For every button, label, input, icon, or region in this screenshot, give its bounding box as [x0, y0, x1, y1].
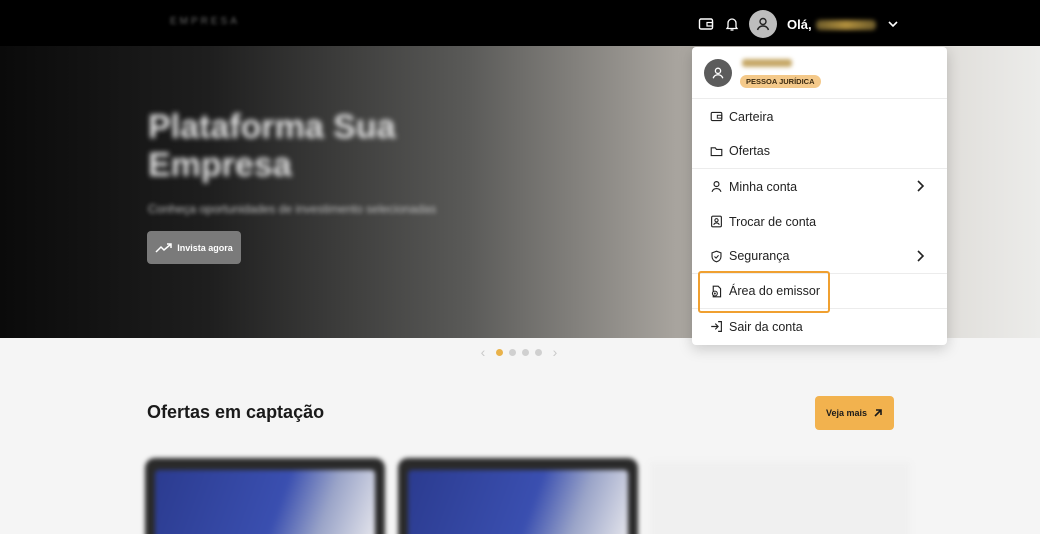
id-card-icon [709, 215, 723, 229]
user-icon [709, 180, 723, 194]
offer-card[interactable] [398, 458, 638, 534]
avatar [704, 59, 732, 87]
carousel-next-icon[interactable]: › [548, 344, 562, 360]
trending-up-icon [155, 242, 172, 253]
wallet-icon[interactable] [697, 15, 715, 33]
bell-icon[interactable] [723, 15, 741, 33]
shield-icon [709, 249, 723, 263]
offer-card-image [408, 470, 628, 534]
user-name-redacted [742, 59, 792, 67]
chevron-right-icon [915, 249, 925, 266]
arrow-up-right-icon [874, 409, 882, 417]
user-icon [756, 17, 770, 31]
hero-subtitle: Conheça oportunidades de investimento se… [148, 202, 437, 216]
dropdown-header: PESSOA JURÍDICA [692, 47, 947, 99]
offers-title: Ofertas em captação [147, 402, 325, 422]
see-more-button[interactable]: Veja mais [815, 396, 894, 430]
menu-item-carteira[interactable]: Carteira [692, 99, 947, 134]
invest-now-button[interactable]: Invista agora [147, 231, 241, 264]
logout-icon [709, 320, 723, 334]
menu-item-label: Trocar de conta [729, 214, 817, 229]
carousel-dot[interactable] [496, 348, 503, 356]
hero-title: Plataforma Sua Empresa [148, 108, 396, 184]
offer-card[interactable] [650, 462, 910, 534]
carousel-dot[interactable] [509, 348, 516, 356]
menu-item-minha-conta[interactable]: Minha conta [692, 169, 947, 204]
wallet-icon [709, 110, 723, 124]
logo[interactable]: EMPRESA [170, 16, 240, 27]
offer-card[interactable] [145, 458, 385, 534]
menu-item-trocar-de-conta[interactable]: Trocar de conta [692, 204, 947, 239]
offer-card-image [155, 470, 375, 534]
carousel-dot[interactable] [522, 348, 529, 356]
menu-item-label: Carteira [729, 109, 774, 124]
menu-item-sair-da-conta[interactable]: Sair da conta [692, 309, 947, 344]
menu-item-label: Área do emissor [729, 284, 821, 298]
menu-item-label: Minha conta [729, 179, 798, 194]
carousel-controls: ‹ › [476, 344, 562, 360]
user-name-redacted [815, 20, 876, 31]
user-icon [712, 67, 724, 79]
user-greeting[interactable]: Olá, [787, 17, 876, 32]
account-type-badge: PESSOA JURÍDICA [740, 75, 821, 88]
top-actions: Olá, [697, 10, 902, 38]
top-bar: EMPRESA Olá, [0, 0, 1040, 46]
carousel-prev-icon[interactable]: ‹ [476, 344, 490, 360]
chevron-down-icon[interactable] [884, 15, 902, 33]
menu-item-label: Segurança [729, 249, 790, 263]
menu-item-ofertas[interactable]: Ofertas [692, 134, 947, 169]
greeting-text: Olá, [787, 16, 812, 32]
see-more-label: Veja mais [825, 408, 868, 418]
carousel-dot[interactable] [535, 348, 542, 356]
user-dropdown-menu: PESSOA JURÍDICA Carteira Ofertas Minha c… [692, 47, 947, 345]
emitter-icon [709, 284, 723, 298]
menu-item-area-do-emissor[interactable]: Área do emissor [692, 274, 947, 309]
invest-now-label: Invista agora [177, 242, 233, 253]
menu-item-seguranca[interactable]: Segurança [692, 239, 947, 274]
folder-icon [709, 144, 723, 158]
menu-item-label: Sair da conta [729, 319, 803, 334]
avatar[interactable] [749, 10, 777, 38]
chevron-right-icon [915, 179, 925, 196]
menu-item-label: Ofertas [729, 144, 770, 158]
